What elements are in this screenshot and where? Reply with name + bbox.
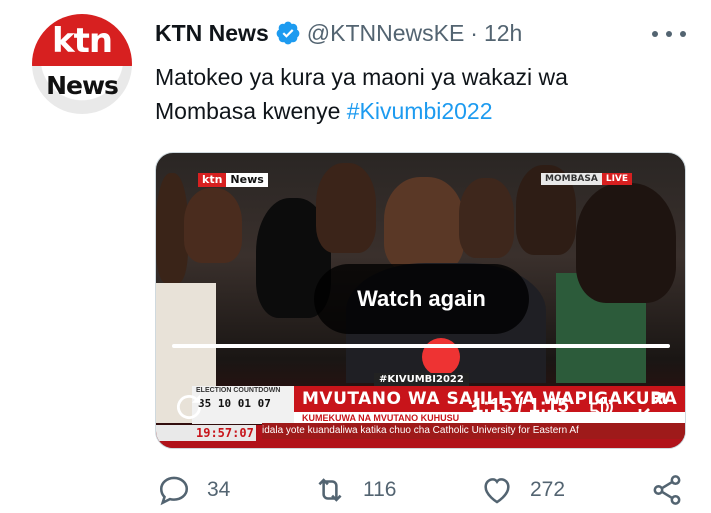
tweet-actions: 34 116 272 [0, 470, 711, 510]
video-person [459, 178, 514, 258]
replay-icon[interactable] [172, 390, 206, 424]
retweet-icon[interactable] [313, 473, 347, 507]
ticker-clock: 19:57:07 [156, 425, 256, 441]
avatar-logo-ktn: ktn [51, 21, 113, 61]
volume-icon[interactable] [586, 393, 618, 421]
profile-avatar[interactable]: ktn News [32, 14, 132, 114]
countdown-label: ELECTION COUNTDOWN [196, 387, 281, 394]
like-action[interactable]: 272 [480, 470, 565, 510]
verified-badge-icon [276, 21, 300, 45]
fullscreen-icon[interactable] [634, 388, 670, 424]
avatar-logo-news: News [46, 71, 119, 100]
more-options-icon[interactable] [652, 22, 686, 46]
video-time-readout: 1:15 / 1:15 [472, 395, 569, 417]
reply-icon[interactable] [157, 473, 191, 507]
video-player[interactable]: ktn News MOMBASA LIVE #KIVUMBI2022 ELECT… [155, 152, 686, 449]
location-label: MOMBASA [541, 173, 602, 185]
like-count: 272 [530, 478, 566, 501]
tweet-text-line2: Mombasa kwenye [155, 98, 347, 124]
countdown-value: 35 10 01 07 [198, 397, 271, 410]
display-name[interactable]: KTN News [155, 20, 269, 47]
live-badge: LIVE [601, 173, 633, 185]
separator-dot: · [470, 19, 478, 46]
channel-watermark-news: News [226, 173, 268, 187]
video-person [384, 177, 464, 272]
share-icon[interactable] [650, 473, 684, 507]
ticker-hashtag: #KIVUMBI2022 [374, 373, 469, 386]
hashtag-link[interactable]: #Kivumbi2022 [347, 98, 493, 124]
more-dot [666, 31, 672, 37]
watch-again-button[interactable]: Watch again [314, 264, 529, 334]
reply-action[interactable]: 34 [157, 470, 230, 510]
tweet-text: Matokeo ya kura ya maoni ya wakazi wa Mo… [155, 60, 675, 128]
tweet-text-line1: Matokeo ya kura ya maoni ya wakazi wa [155, 64, 568, 90]
user-handle[interactable]: @KTNNewsKE [307, 20, 465, 47]
share-action[interactable] [650, 470, 684, 510]
tweet-timestamp[interactable]: 12h [484, 20, 522, 47]
retweet-count: 116 [363, 478, 397, 501]
video-person [576, 183, 676, 303]
heart-icon[interactable] [480, 473, 514, 507]
retweet-action[interactable]: 116 [313, 470, 396, 510]
location-badge: MOMBASA LIVE [541, 173, 633, 185]
more-dot [652, 31, 658, 37]
channel-watermark-ktn: ktn [198, 173, 227, 187]
video-progress-bar[interactable] [172, 344, 670, 348]
reply-count: 34 [207, 478, 231, 501]
tweet-header: KTN News @KTNNewsKE · 12h [155, 18, 522, 48]
election-countdown: ELECTION COUNTDOWN 35 10 01 07 [192, 386, 294, 424]
video-person [184, 188, 242, 263]
more-dot [680, 31, 686, 37]
video-person [316, 163, 376, 253]
channel-watermark: ktn News [198, 173, 268, 187]
scrolling-ticker-text: idala yote kuandaliwa katika chuo cha Ca… [262, 423, 685, 439]
